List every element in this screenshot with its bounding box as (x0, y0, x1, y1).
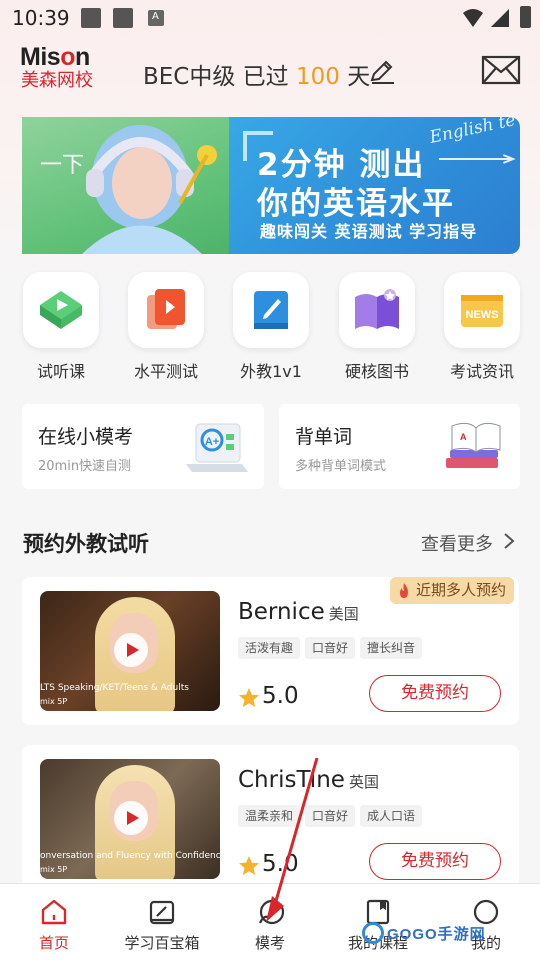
mock-exam-card[interactable]: 在线小模考 20min快速自测 A+ (22, 404, 264, 489)
nav-home[interactable]: 首页 (0, 884, 108, 960)
quick-entry-foreign-teacher[interactable]: 外教1v1 (221, 272, 321, 382)
play-icon[interactable] (114, 801, 148, 835)
banner-right-panel: English te 2分钟 测出 你的英语水平 趣味闯关 英语测试 学习指导 (229, 117, 520, 254)
teacher-tag: 擅长纠音 (360, 637, 423, 659)
quick-entry-label: 硬核图书 (344, 362, 409, 381)
mail-icon[interactable] (481, 55, 521, 85)
quick-entry-exam-news[interactable]: NEWS 考试资讯 (432, 272, 532, 382)
teacher-name-row: Bernice 美国 (238, 599, 359, 625)
free-booking-button[interactable]: 免费预约 (369, 843, 501, 880)
books-icon (339, 272, 415, 348)
foreign-teacher-icon (233, 272, 309, 348)
laptop-illustration: A+ (186, 423, 248, 472)
app-logo: Mison 美森网校 (20, 44, 110, 94)
battery-icon (520, 6, 531, 28)
logo-cn: 美森网校 (21, 70, 93, 91)
wifi-icon (463, 9, 483, 27)
quick-entry-trial-class[interactable]: 试听课 (11, 272, 111, 382)
watermark-text: GOGO手游网 (387, 925, 486, 943)
svg-text:NEWS: NEWS (466, 309, 499, 321)
quick-entries: 试听课 水平测试 外教1v1 硬核图书 NEWS 考试资讯 (0, 272, 540, 387)
teacher-tag: 活泼有趣 (238, 637, 301, 659)
annotation-arrow (266, 757, 319, 922)
section-title: 预约外教试听 (23, 532, 149, 556)
exam-days: 100 (296, 64, 340, 90)
signal-icon (491, 9, 509, 27)
hot-badge: 近期多人预约 (389, 577, 514, 604)
nav-label: 模考 (254, 934, 285, 952)
teacher-nationality: 美国 (328, 605, 359, 623)
quick-entry-label: 考试资讯 (449, 362, 514, 381)
quick-entry-label: 外教1v1 (240, 362, 302, 381)
exam-news-icon: NEWS (444, 272, 520, 348)
banner-headline-2: 你的英语水平 (257, 186, 455, 222)
trial-class-icon (23, 272, 99, 348)
notification-icon (113, 8, 133, 28)
banner-left-panel: 一下 (22, 117, 229, 254)
home-icon (41, 899, 67, 925)
status-bar: 10:39 (0, 0, 540, 36)
book-stack-illustration: A (446, 422, 501, 468)
see-more-link[interactable]: 查看更多 (421, 530, 493, 556)
girl-headphones-illustration (82, 125, 217, 254)
exam-countdown[interactable]: BEC中级 已过 100 天 (143, 57, 370, 91)
quick-entry-label: 水平测试 (133, 362, 198, 381)
mock-exam-title: 在线小模考 (38, 426, 134, 448)
teacher-tag: 成人口语 (360, 805, 423, 827)
teacher-tag: 口音好 (305, 637, 356, 659)
vocabulary-card[interactable]: 背单词 多种背单词模式 A (279, 404, 520, 489)
free-booking-button[interactable]: 免费预约 (369, 675, 501, 712)
level-test-icon (128, 272, 204, 348)
logo-text: Mison (20, 43, 90, 71)
quick-entry-books[interactable]: 硬核图书 (327, 272, 427, 382)
arrow-right-icon (439, 154, 516, 164)
star-icon (239, 688, 259, 707)
teacher-tags: 活泼有趣 口音好 擅长纠音 (238, 637, 427, 659)
nav-label: 首页 (38, 934, 69, 952)
hot-badge-label: 近期多人预约 (415, 581, 506, 599)
chevron-right-icon[interactable] (502, 532, 516, 550)
watermark-logo-icon (362, 922, 384, 944)
video-caption-sub: mix 5P (40, 865, 68, 874)
teacher-video-thumbnail[interactable]: onversation and Fluency with Confidence … (40, 759, 220, 879)
vocabulary-subtitle: 多种背单词模式 (295, 459, 387, 474)
banner-script-text: English te (427, 117, 518, 148)
quick-entry-level-test[interactable]: 水平测试 (116, 272, 216, 382)
svg-text:A: A (460, 432, 467, 442)
mock-exam-subtitle: 20min快速自测 (38, 459, 132, 474)
quick-entry-label: 试听课 (36, 362, 85, 381)
video-caption: LTS Speaking/KET/Teens & Adults (40, 683, 189, 693)
teacher-nationality: 英国 (348, 773, 379, 791)
play-icon[interactable] (114, 633, 148, 667)
keyboard-icon (148, 10, 164, 26)
promo-banner[interactable]: 一下 English te 2分钟 测出 你的英语水平 趣味闯关 英语测试 学习… (22, 117, 520, 254)
video-caption-sub: mix 5P (40, 697, 68, 706)
teacher-name: Bernice (238, 599, 325, 625)
banner-subline: 趣味闯关 英语测试 学习指导 (260, 222, 478, 241)
site-watermark: GOGO手游网 (362, 922, 486, 948)
notification-icon (81, 8, 101, 28)
fire-icon (399, 583, 408, 598)
video-caption: onversation and Fluency with Confidence (40, 851, 220, 861)
teacher-card[interactable]: LTS Speaking/KET/Teens & Adults mix 5P 近… (22, 577, 519, 725)
nav-label: 学习百宝箱 (124, 934, 200, 952)
svg-text:A+: A+ (205, 436, 219, 448)
status-time: 10:39 (12, 6, 70, 30)
star-icon (239, 856, 259, 875)
edit-pen-icon[interactable] (368, 58, 396, 86)
toolbox-icon (149, 900, 175, 925)
vocabulary-title: 背单词 (295, 426, 353, 448)
nav-toolbox[interactable]: 学习百宝箱 (108, 884, 216, 960)
exam-suffix: 天 (339, 64, 371, 90)
teacher-video-thumbnail[interactable]: LTS Speaking/KET/Teens & Adults mix 5P (40, 591, 220, 711)
exam-prefix: BEC中级 已过 (143, 64, 296, 90)
teacher-rating: 5.0 (262, 683, 299, 709)
